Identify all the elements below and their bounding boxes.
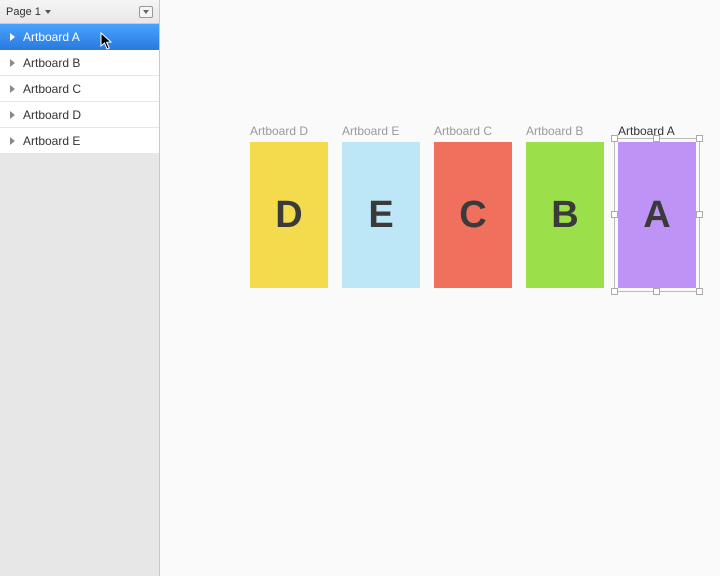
artboard-letter: A xyxy=(643,194,670,237)
artboard[interactable]: Artboard AA xyxy=(618,142,696,288)
artboard-label[interactable]: Artboard B xyxy=(526,124,583,138)
layer-list: Artboard A Artboard B Artboard C Artboard D… xyxy=(0,24,159,154)
chevron-down-icon xyxy=(143,10,149,14)
disclosure-triangle-icon[interactable] xyxy=(10,85,15,93)
disclosure-triangle-icon[interactable] xyxy=(10,59,15,67)
layer-label: Artboard A xyxy=(23,30,80,44)
layer-label: Artboard B xyxy=(23,56,80,70)
disclosure-triangle-icon[interactable] xyxy=(10,137,15,145)
artboard[interactable]: Artboard CC xyxy=(434,142,512,288)
chevron-down-icon xyxy=(45,10,51,14)
selection-handle[interactable] xyxy=(696,288,703,295)
artboard-surface[interactable]: B xyxy=(526,142,604,288)
layer-item[interactable]: Artboard C xyxy=(0,76,159,102)
artboard[interactable]: Artboard BB xyxy=(526,142,604,288)
layer-label: Artboard E xyxy=(23,134,80,148)
selection-handle[interactable] xyxy=(611,288,618,295)
disclosure-triangle-icon[interactable] xyxy=(10,33,15,41)
artboard-surface[interactable]: E xyxy=(342,142,420,288)
artboard-label[interactable]: Artboard D xyxy=(250,124,308,138)
cursor-icon xyxy=(100,32,114,50)
artboard-label[interactable]: Artboard A xyxy=(618,124,675,138)
layer-label: Artboard D xyxy=(23,108,81,122)
page-label: Page 1 xyxy=(6,6,41,18)
artboard-surface[interactable]: A xyxy=(618,142,696,288)
artboard-letter: E xyxy=(368,194,393,237)
artboard-surface[interactable]: D xyxy=(250,142,328,288)
canvas[interactable]: Artboard DDArtboard EEArtboard CCArtboar… xyxy=(160,0,720,576)
selection-handle[interactable] xyxy=(696,135,703,142)
artboard-letter: B xyxy=(551,194,578,237)
disclosure-triangle-icon[interactable] xyxy=(10,111,15,119)
selection-handle[interactable] xyxy=(653,288,660,295)
selection-handle[interactable] xyxy=(696,211,703,218)
artboard[interactable]: Artboard EE xyxy=(342,142,420,288)
sidebar-header: Page 1 xyxy=(0,0,159,24)
layer-item[interactable]: Artboard D xyxy=(0,102,159,128)
selection-handle[interactable] xyxy=(611,135,618,142)
layer-item[interactable]: Artboard E xyxy=(0,128,159,154)
sidebar: Page 1 Artboard AArtboard BArtboard CArt… xyxy=(0,0,160,576)
artboard[interactable]: Artboard DD xyxy=(250,142,328,288)
artboard-label[interactable]: Artboard E xyxy=(342,124,399,138)
layer-label: Artboard C xyxy=(23,82,81,96)
selection-handle[interactable] xyxy=(611,211,618,218)
layer-item[interactable]: Artboard A xyxy=(0,24,159,50)
artboard-letter: D xyxy=(275,194,302,237)
layer-item[interactable]: Artboard B xyxy=(0,50,159,76)
artboard-surface[interactable]: C xyxy=(434,142,512,288)
page-menu-button[interactable] xyxy=(139,6,153,18)
artboard-letter: C xyxy=(459,194,486,237)
artboard-label[interactable]: Artboard C xyxy=(434,124,492,138)
page-selector[interactable]: Page 1 xyxy=(6,6,51,18)
artboard-row: Artboard DDArtboard EEArtboard CCArtboar… xyxy=(250,142,696,288)
